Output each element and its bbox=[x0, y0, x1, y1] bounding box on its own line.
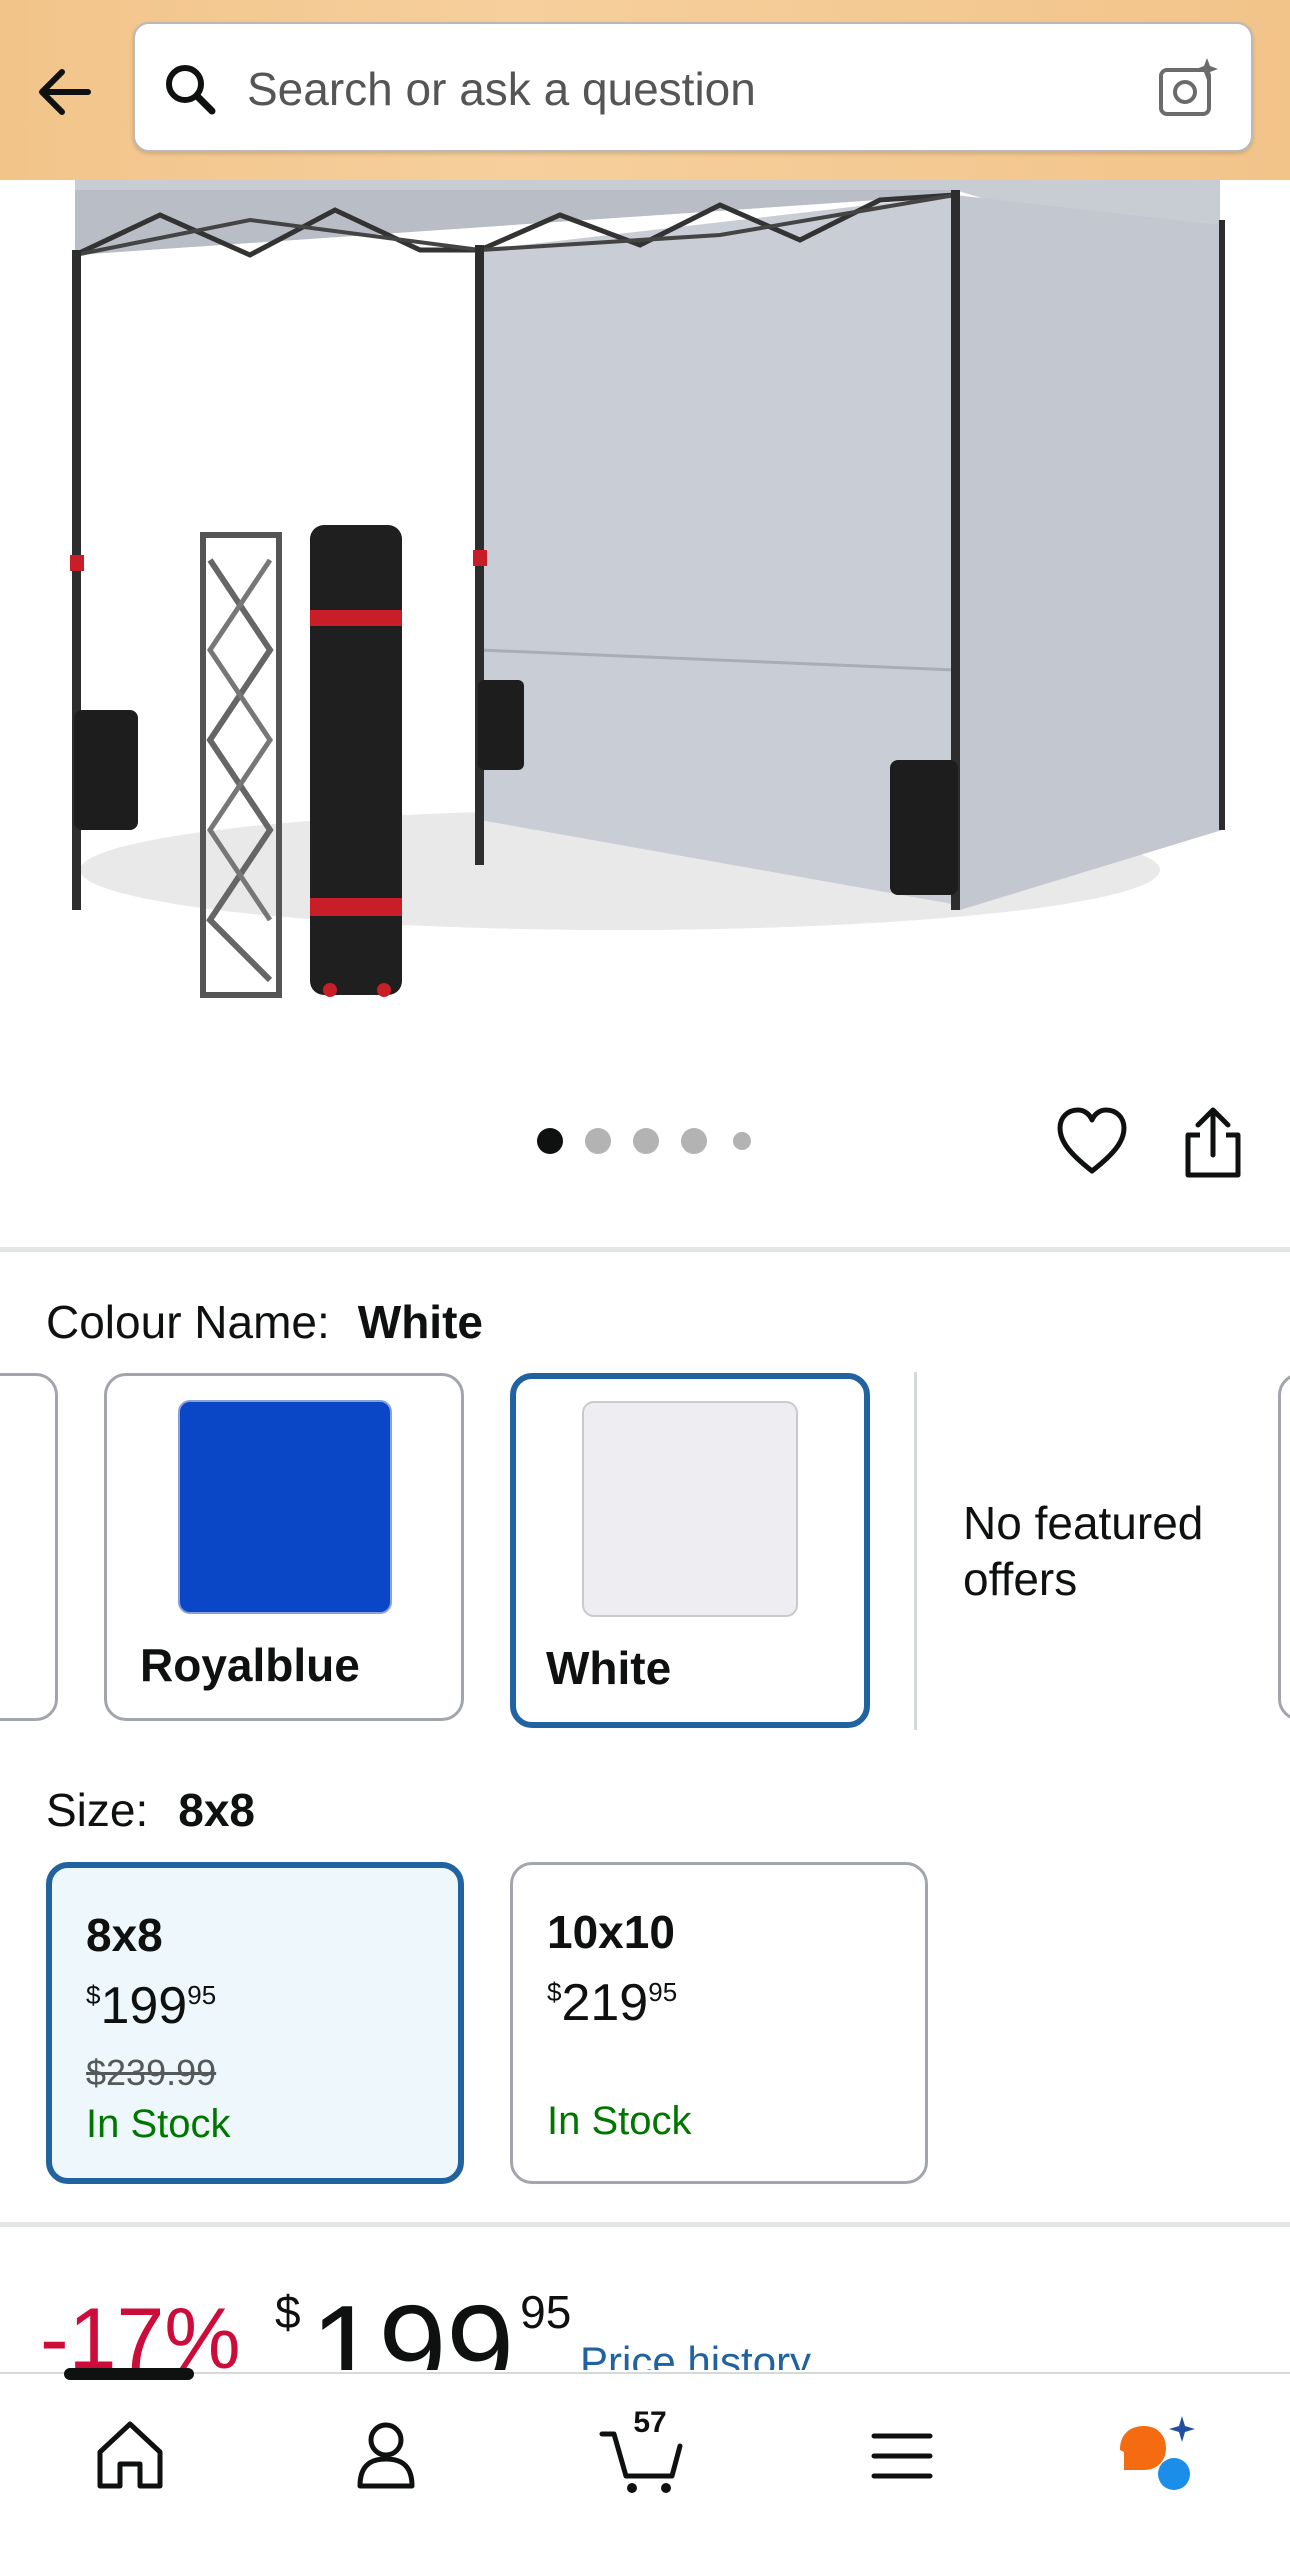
current-price: $199 95 bbox=[275, 2280, 572, 2370]
nav-menu[interactable] bbox=[852, 2404, 952, 2504]
bottom-navigation: 57 bbox=[0, 2368, 1290, 2550]
size-option-stock: In Stock bbox=[86, 2102, 231, 2146]
pagination-dot[interactable] bbox=[585, 1128, 611, 1154]
white-swatch-fill bbox=[582, 1401, 798, 1617]
pagination-dot[interactable] bbox=[633, 1128, 659, 1154]
wishlist-button[interactable] bbox=[1055, 1105, 1130, 1180]
nav-home[interactable] bbox=[80, 2404, 180, 2504]
size-option-list-price: $239.99 bbox=[86, 2052, 217, 2093]
size-option-stock: In Stock bbox=[547, 2099, 692, 2143]
colour-label: Colour Name: bbox=[46, 1296, 330, 1348]
arrow-left-icon bbox=[39, 69, 91, 115]
size-option-10x10[interactable]: 10x10 $21995 In Stock bbox=[510, 1862, 928, 2184]
search-bar[interactable]: Search or ask a question bbox=[133, 22, 1253, 152]
section-divider bbox=[0, 2222, 1290, 2227]
royalblue-swatch-fill bbox=[178, 1400, 392, 1614]
share-icon bbox=[1185, 1107, 1241, 1178]
heart-icon bbox=[1057, 1107, 1127, 1174]
pagination-dot[interactable] bbox=[681, 1128, 707, 1154]
colour-label-row: Colour Name: White bbox=[46, 1295, 483, 1349]
size-option-price: $19995 bbox=[86, 1977, 217, 2035]
account-icon bbox=[357, 2422, 415, 2489]
nav-cart[interactable]: 57 bbox=[594, 2404, 694, 2504]
colour-swatch-royalblue[interactable]: Royalblue bbox=[104, 1373, 464, 1721]
swatch-separator bbox=[914, 1372, 917, 1730]
assistant-icon bbox=[1120, 2416, 1195, 2490]
home-icon bbox=[97, 2421, 163, 2489]
product-image[interactable] bbox=[0, 180, 1290, 1060]
price-block: -17% $199 95 Price history bbox=[40, 2270, 1240, 2370]
back-button[interactable] bbox=[30, 55, 105, 130]
search-icon bbox=[166, 65, 216, 115]
size-option-price: $21995 bbox=[547, 1974, 678, 2032]
camera-search-icon[interactable] bbox=[1155, 56, 1221, 122]
swatch-label: White bbox=[546, 1642, 672, 1694]
search-input[interactable]: Search or ask a question bbox=[247, 62, 756, 116]
size-label-row: Size: 8x8 bbox=[46, 1783, 255, 1837]
canopy-tent-image bbox=[70, 180, 1225, 998]
colour-swatch-partial-right[interactable] bbox=[1278, 1373, 1290, 1721]
menu-icon bbox=[871, 2433, 933, 2479]
price-history-link[interactable]: Price history bbox=[580, 2338, 811, 2370]
pagination-dot[interactable] bbox=[537, 1128, 563, 1154]
size-option-name: 8x8 bbox=[86, 1909, 163, 1961]
active-tab-indicator bbox=[64, 2368, 194, 2380]
share-button[interactable] bbox=[1178, 1105, 1248, 1180]
colour-swatch-white[interactable]: White bbox=[510, 1373, 870, 1728]
swatch-label: Royalblue bbox=[140, 1639, 360, 1691]
colour-swatch-partial[interactable] bbox=[0, 1373, 58, 1721]
top-header: Search or ask a question bbox=[0, 0, 1290, 180]
cart-count-badge: 57 bbox=[633, 2406, 667, 2439]
size-option-name: 10x10 bbox=[547, 1906, 675, 1958]
nav-account[interactable] bbox=[336, 2404, 436, 2504]
size-selected-value: 8x8 bbox=[178, 1784, 256, 1836]
discount-percentage: -17% bbox=[40, 2291, 241, 2370]
nav-assistant[interactable] bbox=[1108, 2404, 1208, 2504]
size-label: Size: bbox=[46, 1784, 149, 1836]
section-divider bbox=[0, 1247, 1290, 1252]
pagination-dot[interactable] bbox=[733, 1132, 751, 1150]
colour-selected-value: White bbox=[357, 1296, 483, 1348]
no-featured-offers-text: No featured offers bbox=[963, 1497, 1204, 1605]
size-option-8x8[interactable]: 8x8 $19995 $239.99 In Stock bbox=[46, 1862, 464, 2184]
